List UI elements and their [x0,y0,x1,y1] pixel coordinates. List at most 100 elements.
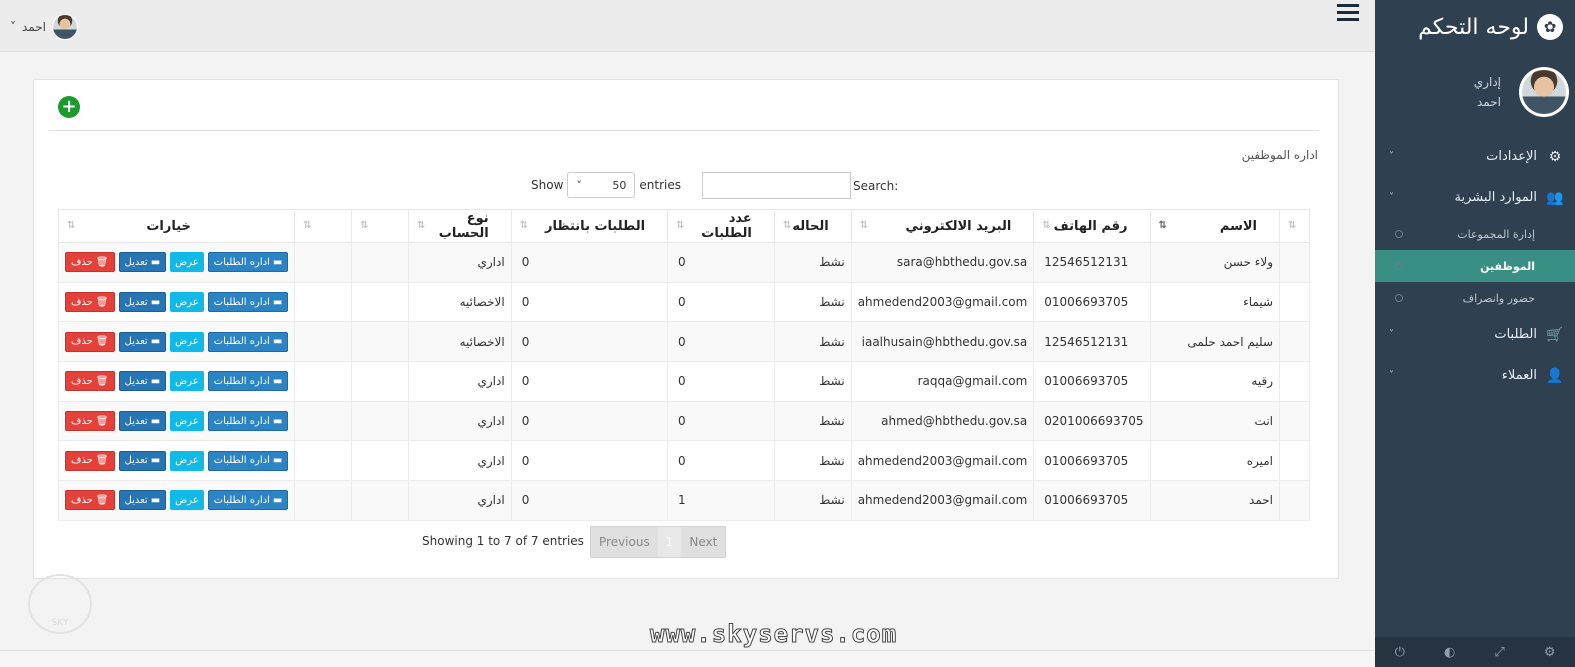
edit-button[interactable]: ▬ تعديل [118,450,167,471]
manage-requests-button[interactable]: ▬ اداره الطلبات [207,292,289,313]
search-label: Search: [853,178,899,193]
hamburger-menu-icon[interactable] [1337,4,1359,25]
manage-requests-button[interactable]: ▬ اداره الطلبات [207,411,289,432]
manage-requests-button[interactable]: ▬ اداره الطلبات [207,450,289,471]
edit-button[interactable]: ▬ تعديل [118,331,167,352]
table-row: سليم احمد حلمى 12546512131 iaalhusain@hbth… [57,321,1310,363]
column-header-options[interactable]: خيارات ⇅ [57,209,296,243]
page-length-select[interactable]: ˅ 50 [567,172,636,198]
button-label: حذف [71,375,93,387]
next-page-button[interactable]: Next [681,527,725,557]
edit-button[interactable]: ▬ تعديل [118,252,167,273]
paw-icon: ✿ [1537,14,1563,40]
folder-icon: ▬ [272,296,283,308]
column-header-name[interactable]: الاسم ⇅ [1149,209,1281,243]
sidebar-item-hr[interactable]: 👥 الموارد البشرية ˅ [1375,177,1575,218]
column-header-pending[interactable]: الطلبات بانتظار ⇅ [510,209,669,243]
edit-button[interactable]: ▬ تعديل [118,371,167,392]
button-label: عرض [175,415,199,427]
eye-slash-icon[interactable]: ◐ [1444,645,1455,660]
delete-button[interactable]: 🗑 حذف [65,490,115,511]
button-label: عرض [175,296,199,308]
cell-blank-1 [351,361,409,402]
manage-requests-button[interactable]: ▬ اداره الطلبات [207,490,289,511]
sidebar-item-settings[interactable]: ⚙ الإعدادات ˅ [1375,136,1575,177]
cell-status: نشط [773,480,852,521]
cell-pending: 0 [510,440,669,482]
view-button[interactable]: عرض [170,411,204,432]
view-button[interactable]: عرض [170,490,204,511]
delete-button[interactable]: 🗑 حذف [65,450,115,471]
folder-icon: ▬ [150,375,161,387]
cell-phone: 12546512131 [1033,321,1151,363]
view-button[interactable]: عرض [170,331,204,352]
sidebar-item-orders[interactable]: 🛒 الطلبات ˅ [1375,314,1575,355]
sidebar-item-attendance[interactable]: حضور وانصراف [1375,282,1575,314]
delete-button[interactable]: 🗑 حذف [65,252,115,273]
button-label: تعديل [124,296,148,308]
cell-phone: 01006693705 [1033,281,1151,323]
view-button[interactable]: عرض [170,292,204,313]
show-label: Show [531,178,564,192]
manage-requests-button[interactable]: ▬ اداره الطلبات [207,331,289,352]
sidebar-item-label: الإعدادات [1486,149,1537,164]
column-header-index[interactable]: ⇅ [1279,209,1310,243]
cell-blank-1 [351,321,409,363]
current-page-button[interactable]: 1 [657,527,682,557]
sidebar-item-groups[interactable]: إدارة المجموعات [1375,218,1575,250]
cell-email: iaalhusain@hbthedu.gov.sa [850,321,1035,363]
cell-email: ahmedend2003@gmail.com [850,480,1035,521]
column-header-blank-2[interactable]: ⇅ [294,209,353,243]
column-header-status[interactable]: الحاله ⇅ [773,209,852,243]
column-header-orders[interactable]: عدد الطلبات ⇅ [667,209,775,243]
previous-page-button[interactable]: Previous [591,527,658,557]
button-label: حذف [71,415,93,427]
cell-pending: 0 [510,480,669,521]
cell-pending: 0 [510,281,669,323]
fullscreen-icon[interactable]: ⤢ [1494,645,1504,660]
manage-requests-button[interactable]: ▬ اداره الطلبات [207,371,289,392]
column-header-phone[interactable]: رقم الهاتف ⇅ [1033,209,1151,243]
delete-button[interactable]: 🗑 حذف [65,331,115,352]
column-header-email[interactable]: البريد الالكتروني ⇅ [850,209,1035,243]
delete-button[interactable]: 🗑 حذف [65,411,115,432]
watermark-logo: SKY [28,574,92,634]
settings-gear-icon[interactable]: ⚙ [1544,645,1556,660]
brand[interactable]: ✿ لوحه التحكم [1375,0,1575,54]
delete-button[interactable]: 🗑 حذف [65,292,115,313]
search-input[interactable] [702,172,851,199]
user-icon: 👤 [1546,367,1564,384]
button-label: عرض [175,336,199,348]
table-info: Showing 1 to 7 of 7 entries [422,534,584,548]
cell-status: نشط [773,281,852,323]
employees-table: ⇅ الاسم ⇅ رقم الهاتف ⇅ البريد الالكتروني ⇅ … [57,209,1310,521]
edit-button[interactable]: ▬ تعديل [118,292,167,313]
view-button[interactable]: عرض [170,252,204,273]
sidebar-item-employees[interactable]: الموظفين [1375,250,1575,282]
column-header-blank-1[interactable]: ⇅ [351,209,409,243]
cell-pending: 0 [510,400,669,442]
manage-requests-button[interactable]: ▬ اداره الطلبات [207,252,289,273]
view-button[interactable]: عرض [170,371,204,392]
power-icon[interactable]: ⏻ [1395,645,1405,660]
gears-icon: ⚙ [1548,148,1562,165]
cell-blank-1 [351,281,409,323]
edit-button[interactable]: ▬ تعديل [118,490,167,511]
cell-status: نشط [773,321,852,363]
button-label: عرض [175,256,199,268]
cell-blank-2 [294,281,353,323]
button-label: تعديل [124,415,148,427]
user-menu[interactable]: ˅ احمد [10,14,78,40]
table-row: احمد 01006693705 ahmedend2003@gmail.com نشط… [57,480,1310,521]
edit-button[interactable]: ▬ تعديل [118,411,167,432]
view-button[interactable]: عرض [170,450,204,471]
sidebar-item-clients[interactable]: 👤 العملاء ˅ [1375,355,1575,396]
sidebar-profile: إداري احمد [1375,54,1575,130]
cell-pending: 0 [510,242,669,283]
delete-button[interactable]: 🗑 حذف [65,371,115,392]
cell-index [1279,281,1310,323]
folder-icon: ▬ [272,375,283,387]
button-label: اداره الطلبات [213,256,270,268]
add-employee-button[interactable]: + [58,96,80,118]
column-header-type[interactable]: نوع الحساب ⇅ [407,209,512,243]
